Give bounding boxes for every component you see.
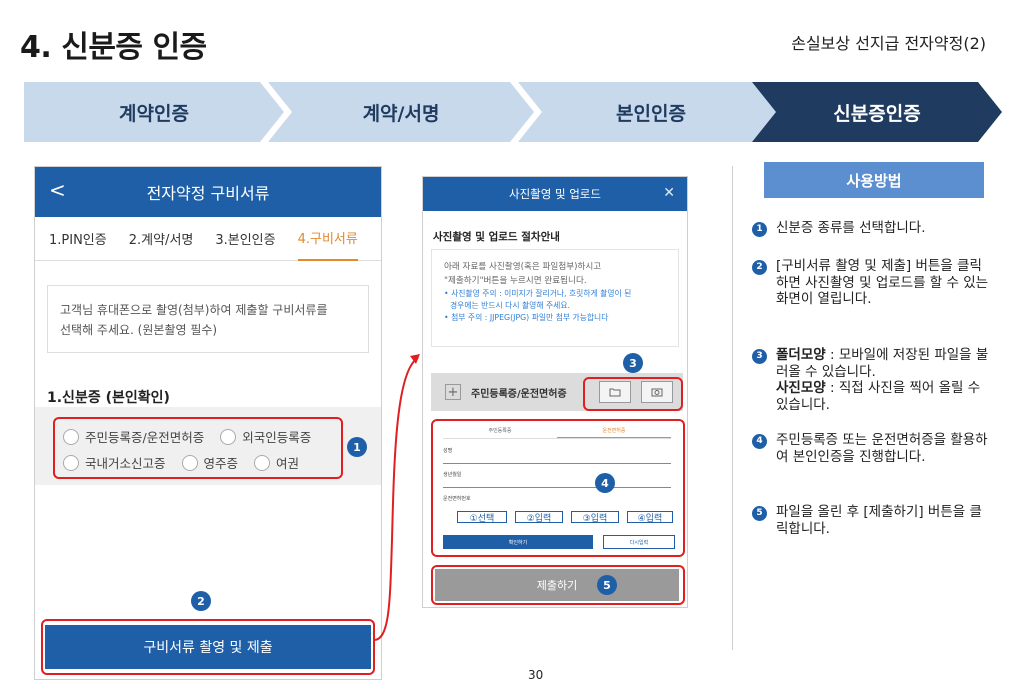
notice-box: 고객님 휴대폰으로 촬영(첨부)하여 제출할 구비서류를 선택해 주세요. (원… — [47, 285, 369, 353]
step-contract-sign: 계약/서명 — [268, 82, 534, 142]
header-title: 전자약정 구비서류 — [146, 184, 270, 203]
highlight-box — [431, 419, 685, 557]
step-badge-3: 3 — [623, 353, 643, 373]
back-icon[interactable]: < — [49, 178, 66, 202]
instruction-text: 주민등록증 또는 운전면허증을 활용하여 본인인증을 진행합니다. — [776, 432, 988, 465]
guide-note: • 첨부 주의 : JJPEG(JPG) 파일만 첨부 가능합니다 — [444, 313, 609, 322]
instruction-bold: 폴더모양 — [776, 347, 826, 363]
vertical-divider — [732, 166, 733, 650]
guide-note: • 사진촬영 주의 : 이미지가 잘리거나, 흐릿하게 촬영이 된 — [444, 289, 632, 298]
step-label: 계약/서명 — [362, 102, 440, 125]
notice-text: 선택해 주세요. (원본촬영 필수) — [60, 323, 218, 337]
instruction-item: 2 [구비서류 촬영 및 제출] 버튼을 클릭하면 사진촬영 및 업로드를 할 … — [752, 258, 992, 308]
phone-screen-upload: 사진촬영 및 업로드 ✕ 사진촬영 및 업로드 절차안내 아래 자료를 사진촬영… — [422, 176, 688, 608]
step-contract-auth: 계약인증 — [24, 82, 284, 142]
app-header: < 전자약정 구비서류 — [35, 167, 381, 217]
guide-note: 경우에는 반드시 다시 촬영해 주세요. — [450, 301, 570, 310]
guide-box: 아래 자료를 사진촬영(혹은 파일첨부)하시고 "제출하기"버튼을 누르시면 완… — [431, 249, 679, 347]
highlight-box — [431, 565, 685, 605]
close-icon[interactable]: ✕ — [663, 185, 675, 201]
plus-icon[interactable]: + — [445, 384, 461, 400]
tab-documents[interactable]: 4.구비서류 — [297, 216, 358, 261]
instruction-text: 파일을 올린 후 [제출하기] 버튼을 클릭합니다. — [776, 504, 982, 537]
step-badge-1: 1 — [347, 437, 367, 457]
instruction-item: 4 주민등록증 또는 운전면허증을 활용하여 본인인증을 진행합니다. — [752, 432, 992, 465]
instruction-number: 2 — [752, 260, 767, 275]
step-label: 계약인증 — [119, 102, 189, 125]
instruction-item: 5 파일을 올린 후 [제출하기] 버튼을 클릭합니다. — [752, 504, 992, 537]
step-badge-4: 4 — [595, 473, 615, 493]
page-subtitle: 손실보상 선지급 전자약정(2) — [791, 34, 986, 53]
tab-contract-sign[interactable]: 2.계약/서명 — [129, 217, 194, 260]
page-title: 4. 신분증 인증 — [20, 30, 207, 65]
instruction-number: 5 — [752, 506, 767, 521]
step-identity-auth: 본인인증 — [518, 82, 784, 142]
section-title: 1.신분증 (본인확인) — [47, 390, 170, 406]
connector-arrow — [373, 354, 420, 641]
instruction-text: 폴더모양 : 모바일에 저장된 파일을 불러올 수 있습니다. 사진모양 : 직접… — [776, 347, 992, 413]
page-number: 30 — [528, 668, 544, 682]
step-id-card-auth: 신분증인증 — [752, 82, 1002, 142]
tab-pin[interactable]: 1.PIN인증 — [49, 217, 107, 260]
id-row-label: 주민등록증/운전면허증 — [471, 388, 567, 400]
instruction-bold: 사진모양 — [776, 380, 826, 396]
guide-text: "제출하기"버튼을 누르시면 완료됩니다. — [444, 276, 587, 286]
usage-header: 사용방법 — [764, 162, 984, 198]
instruction-number: 1 — [752, 222, 767, 237]
capture-submit-button[interactable]: 구비서류 촬영 및 제출 — [45, 625, 371, 669]
step-badge-2: 2 — [191, 591, 211, 611]
phone-screen-documents: < 전자약정 구비서류 1.PIN인증 2.계약/서명 3.본인인증 4.구비서… — [34, 166, 382, 680]
step-badge-5: 5 — [597, 575, 617, 595]
step-tabs: 1.PIN인증 2.계약/서명 3.본인인증 4.구비서류 — [35, 217, 381, 261]
instruction-item: 1 신분증 종류를 선택합니다. — [752, 220, 992, 237]
instruction-item: 3 폴더모양 : 모바일에 저장된 파일을 불러올 수 있습니다. 사진모양 : … — [752, 347, 992, 413]
step-label: 신분증인증 — [833, 102, 921, 125]
step-progress: 계약인증 계약/서명 본인인증 신분증인증 — [24, 82, 1004, 142]
step-label: 본인인증 — [616, 102, 686, 125]
instruction-text: [구비서류 촬영 및 제출] 버튼을 클릭하면 사진촬영 및 업로드를 할 수 … — [776, 258, 989, 307]
highlight-box — [53, 417, 343, 479]
tab-identity[interactable]: 3.본인인증 — [215, 217, 275, 260]
highlight-box — [583, 377, 683, 411]
guide-heading: 사진촬영 및 업로드 절차안내 — [433, 231, 560, 243]
modal-title: 사진촬영 및 업로드 — [509, 187, 601, 201]
instruction-text: 신분증 종류를 선택합니다. — [776, 220, 926, 236]
instruction-number: 3 — [752, 349, 767, 364]
modal-header: 사진촬영 및 업로드 ✕ — [423, 177, 687, 211]
instruction-number: 4 — [752, 434, 767, 449]
guide-text: 아래 자료를 사진촬영(혹은 파일첨부)하시고 — [444, 262, 602, 272]
notice-text: 고객님 휴대폰으로 촬영(첨부)하여 제출할 구비서류를 — [60, 303, 328, 317]
